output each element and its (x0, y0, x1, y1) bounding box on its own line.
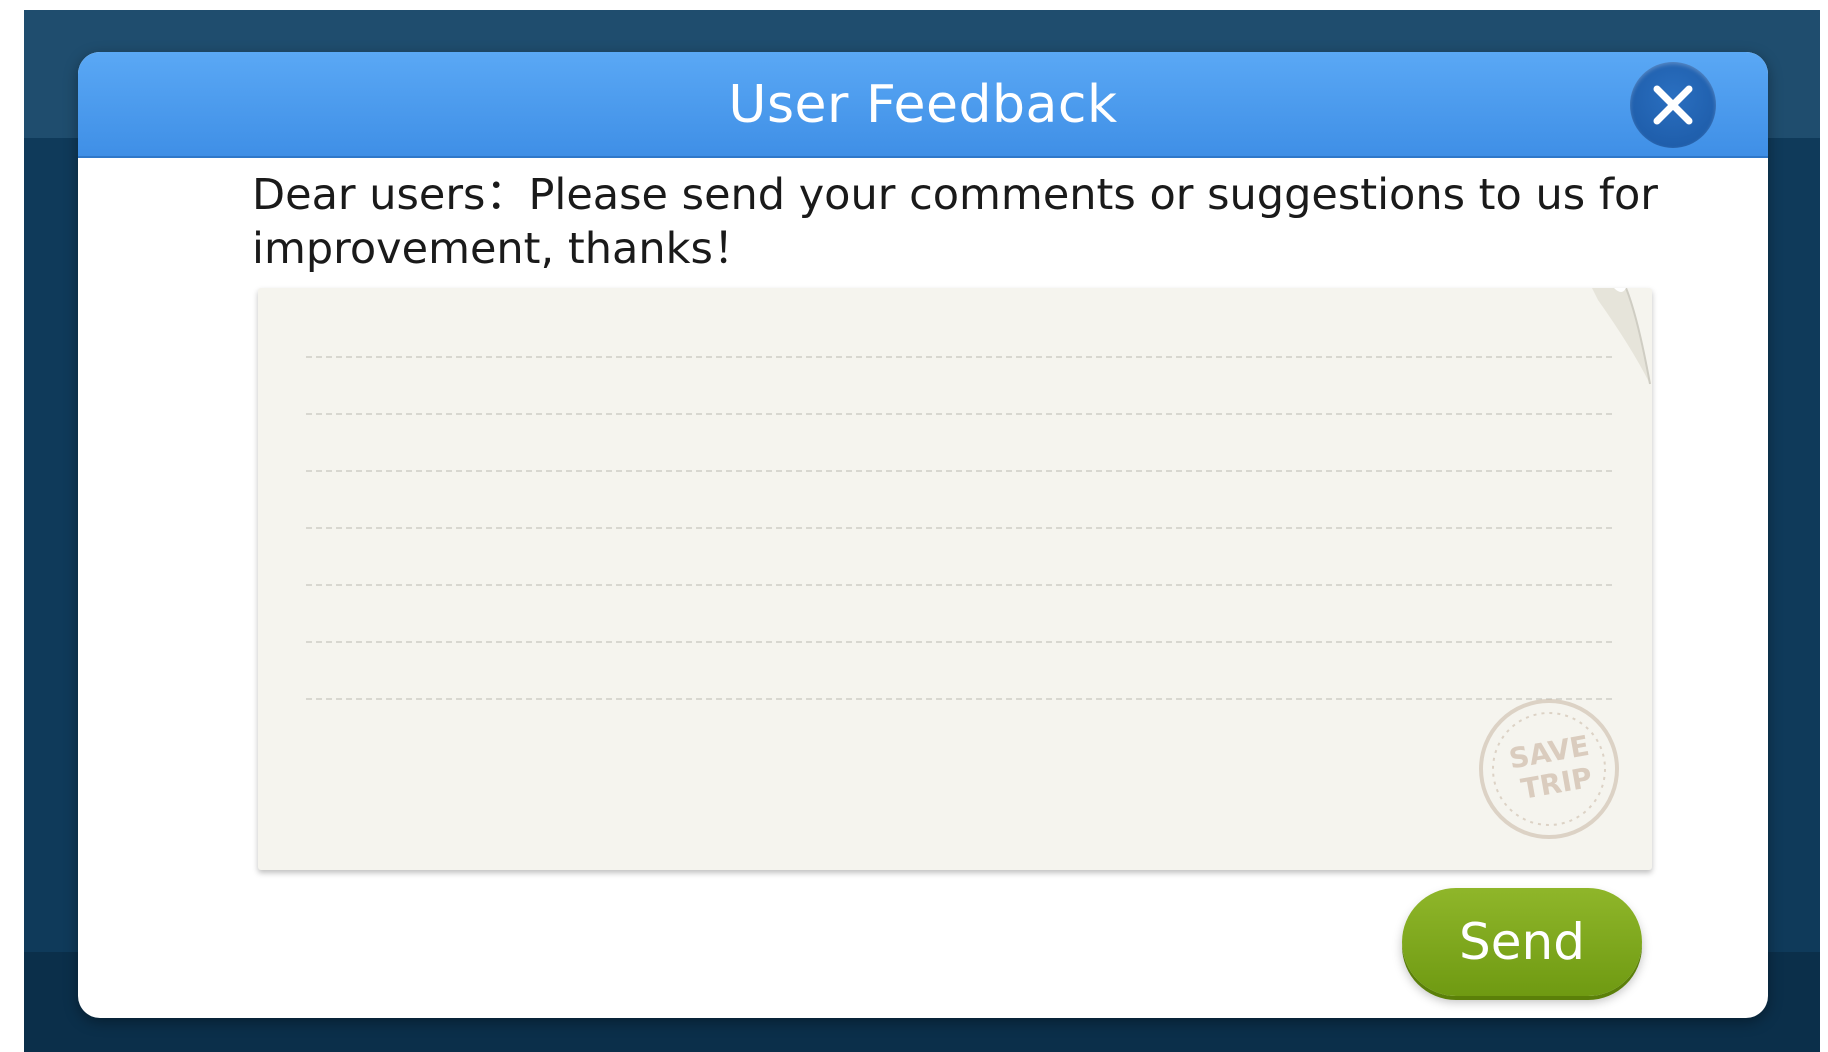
page-curl-decoration (1592, 288, 1651, 385)
feedback-dialog: User Feedback Dear users：Please send you… (78, 52, 1768, 1018)
close-button[interactable] (1630, 62, 1716, 148)
feedback-note-area: SAVE TRIP (258, 288, 1652, 870)
send-button[interactable]: Send (1402, 888, 1642, 996)
save-trip-stamp-icon: SAVE TRIP (1479, 699, 1619, 839)
dialog-header: User Feedback (78, 52, 1768, 158)
intro-message: Dear users：Please send your comments or … (252, 170, 1658, 274)
feedback-text-input[interactable] (306, 308, 1610, 852)
close-icon (1653, 85, 1693, 125)
dialog-title: User Feedback (728, 75, 1118, 135)
